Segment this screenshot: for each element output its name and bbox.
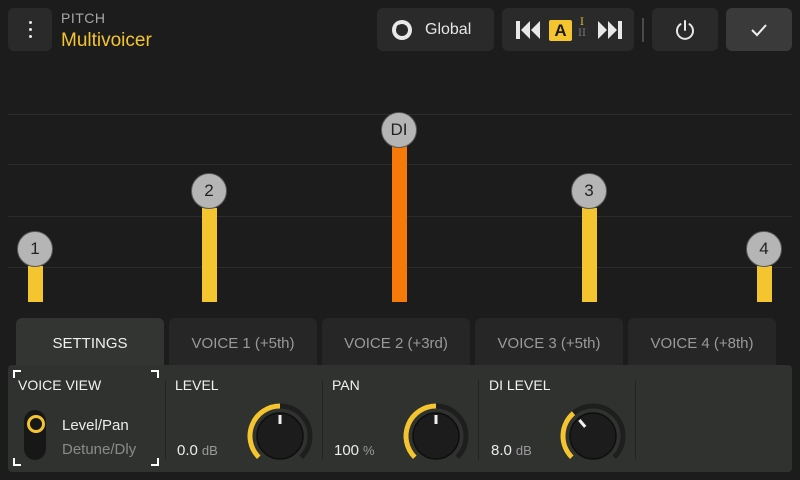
header-divider — [642, 18, 644, 42]
voice-node-3[interactable]: 3 — [571, 173, 607, 209]
voice-view-option-unselected[interactable]: Detune/Dly — [62, 441, 136, 458]
checkmark-icon — [751, 23, 767, 36]
pan-knob[interactable] — [398, 398, 474, 474]
tab-voice-3[interactable]: VOICE 3 (+5th) — [475, 318, 623, 368]
level-value: 0.0 dB — [177, 442, 218, 459]
prev-arrow-icon[interactable] — [514, 8, 544, 51]
level-knob[interactable] — [242, 398, 318, 474]
panel-divider — [165, 380, 166, 460]
panel-divider — [322, 380, 323, 460]
pan-label: PAN — [332, 377, 360, 393]
di-level-label: DI LEVEL — [489, 377, 551, 393]
knob-body — [569, 412, 617, 460]
voice-bar-2 — [202, 208, 217, 302]
tab-voice-2[interactable]: VOICE 2 (+3rd) — [322, 318, 470, 368]
bypass-button[interactable] — [652, 8, 718, 51]
voice-node-4[interactable]: 4 — [746, 231, 782, 267]
pan-value: 100% — [334, 442, 375, 459]
voice-graph: 1 2 DI 3 4 — [0, 60, 800, 310]
panel-divider — [478, 380, 479, 460]
confirm-button[interactable] — [726, 8, 792, 51]
voice-node-1[interactable]: 1 — [17, 231, 53, 267]
voice-bar-di — [392, 145, 407, 302]
tab-settings[interactable]: SETTINGS — [16, 318, 164, 370]
menu-button[interactable] — [8, 8, 52, 51]
global-button[interactable]: Global — [377, 8, 494, 51]
di-level-knob[interactable] — [555, 398, 631, 474]
ab-slot-indicator: I II — [578, 17, 586, 39]
power-icon — [676, 19, 694, 40]
next-arrow-icon[interactable] — [594, 8, 624, 51]
voice-node-2[interactable]: 2 — [191, 173, 227, 209]
dial-icon — [392, 19, 412, 40]
voice-view-title: VOICE VIEW — [18, 377, 102, 393]
voice-view-option-selected[interactable]: Level/Pan — [62, 417, 129, 434]
tab-voice-1[interactable]: VOICE 1 (+5th) — [169, 318, 317, 368]
voice-node-di[interactable]: DI — [381, 112, 417, 148]
level-label: LEVEL — [175, 377, 219, 393]
global-label: Global — [425, 20, 472, 38]
voice-bar-1 — [28, 266, 43, 302]
effect-name[interactable]: Multivoicer — [61, 30, 152, 52]
panel-divider — [635, 380, 636, 460]
menu-dots-icon — [28, 21, 32, 38]
voice-bar-4 — [757, 266, 772, 302]
ab-active-slot: A — [549, 20, 572, 41]
ab-compare-control[interactable]: A I II — [502, 8, 634, 51]
tab-voice-4[interactable]: VOICE 4 (+8th) — [628, 318, 776, 368]
di-level-value: 8.0 dB — [491, 442, 532, 459]
effect-category: PITCH — [61, 10, 106, 26]
toggle-knob — [27, 415, 45, 433]
voice-bar-3 — [582, 208, 597, 302]
